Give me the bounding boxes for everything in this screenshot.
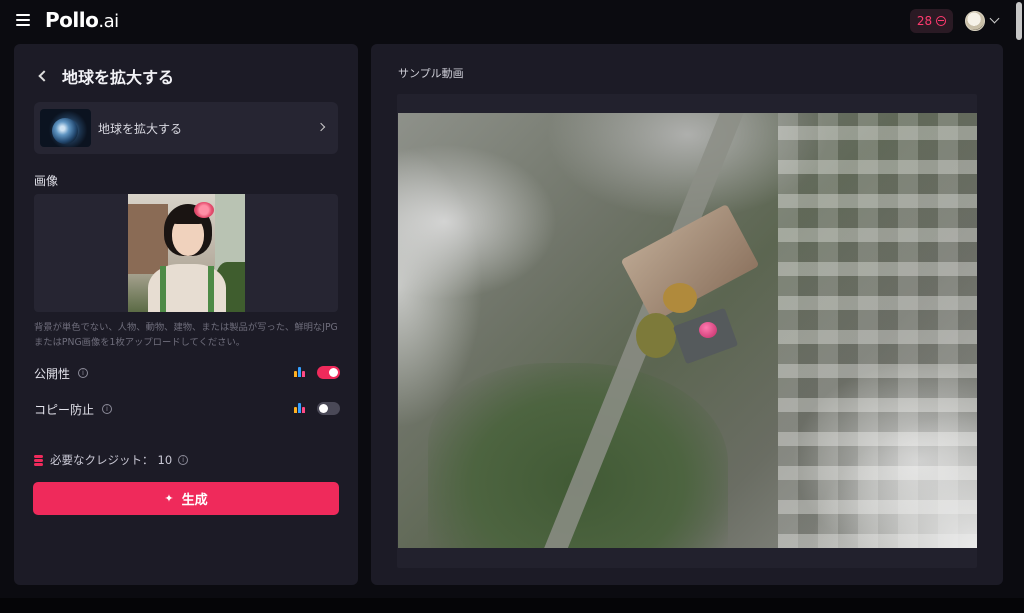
menu-icon[interactable] [16, 14, 30, 26]
upload-hint: 背景が単色でない、人物、動物、建物、または製品が写った、鮮明なJPGまたはPNG… [34, 322, 338, 348]
public-toggle[interactable] [317, 366, 340, 379]
setting-copy-protection: コピー防止 i [34, 400, 340, 418]
info-icon[interactable]: i [102, 404, 113, 414]
chevron-down-icon[interactable] [989, 13, 1000, 24]
image-upload-area[interactable] [34, 194, 338, 312]
uploaded-portrait-image [128, 194, 245, 312]
sparkle-icon: ✦ [164, 492, 174, 505]
generator-panel: 地球を拡大する 地球を拡大する 画像 背景が単色でない、人物、動物、建物、または… [14, 44, 358, 585]
panel-header: 地球を拡大する [36, 64, 174, 88]
earth-thumbnail [40, 109, 91, 147]
info-icon[interactable]: i [78, 368, 89, 378]
info-icon[interactable]: i [178, 455, 189, 465]
logo[interactable]: Pollo.ai [45, 8, 119, 32]
sample-video[interactable] [398, 113, 977, 548]
template-selector[interactable]: 地球を拡大する [34, 102, 338, 154]
generate-button[interactable]: ✦ 生成 [33, 482, 339, 515]
scrollbar[interactable] [1016, 2, 1022, 40]
top-bar: Pollo.ai 28 [0, 0, 1024, 42]
setting-public: 公開性 i [34, 364, 340, 382]
back-icon[interactable] [38, 70, 50, 82]
setting-label: コピー防止 [34, 402, 95, 417]
credits-value: 10 [157, 453, 173, 467]
generate-button-label: 生成 [181, 493, 208, 508]
chevron-right-icon [316, 122, 326, 132]
video-frame [397, 94, 977, 568]
page-title: 地球を拡大する [62, 68, 175, 87]
required-credits: 必要なクレジット： 10 i [34, 452, 189, 468]
avatar[interactable] [965, 11, 985, 31]
sample-video-title: サンプル動画 [398, 67, 464, 80]
credits-label: 必要なクレジット： [50, 453, 154, 467]
sample-video-panel: サンプル動画 [371, 44, 1003, 585]
crown-icon [294, 367, 305, 377]
coin-icon [936, 16, 947, 26]
image-section-label: 画像 [34, 174, 59, 188]
credit-balance-badge[interactable]: 28 [910, 9, 953, 33]
bottom-edge [0, 598, 1024, 613]
credits-stack-icon [34, 455, 43, 466]
copy-protection-toggle[interactable] [317, 402, 340, 415]
template-label: 地球を拡大する [98, 121, 183, 136]
crown-icon [294, 403, 305, 413]
credit-count: 28 [916, 14, 933, 28]
setting-label: 公開性 [34, 366, 71, 381]
